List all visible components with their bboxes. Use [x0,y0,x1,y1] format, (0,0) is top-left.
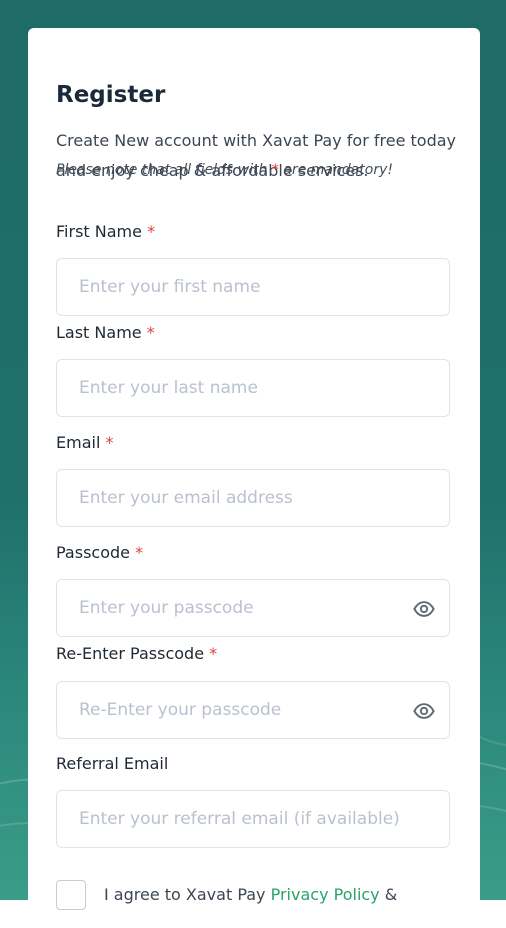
email-input[interactable] [79,470,409,526]
agree-checkbox[interactable] [56,880,86,910]
first-name-input[interactable] [79,259,409,315]
email-field[interactable] [56,469,450,527]
agreement-prefix: I agree to Xavat Pay [104,885,271,904]
agreement-suffix: & [379,885,398,904]
first-name-label: First Name * [56,222,155,241]
passcode-field[interactable] [56,579,450,637]
referral-email-label: Referral Email [56,754,168,773]
referral-email-input[interactable] [79,791,409,847]
required-star: * [146,323,155,342]
last-name-label: Last Name * [56,323,155,342]
first-name-field[interactable] [56,258,450,316]
email-label-text: Email [56,433,101,452]
required-star: * [271,162,279,178]
required-star: * [105,433,114,452]
reenter-passcode-label: Re-Enter Passcode * [56,644,217,663]
reenter-passcode-field[interactable] [56,681,450,739]
first-name-label-text: First Name [56,222,142,241]
passcode-label: Passcode * [56,543,143,562]
privacy-policy-link[interactable]: Privacy Policy [271,885,380,904]
mandatory-note: Please note that all fields with * are m… [56,162,393,178]
reenter-passcode-label-text: Re-Enter Passcode [56,644,205,663]
referral-email-field[interactable] [56,790,450,848]
page-title: Register [56,82,166,108]
required-star: * [209,644,218,663]
required-star: * [135,543,144,562]
mandatory-note-suffix: are mandatory! [278,162,394,178]
last-name-input[interactable] [79,360,409,416]
required-star: * [147,222,156,241]
register-card: Register Create New account with Xavat P… [28,28,480,928]
last-name-label-text: Last Name [56,323,142,342]
last-name-field[interactable] [56,359,450,417]
eye-icon[interactable] [413,598,435,620]
passcode-label-text: Passcode [56,543,130,562]
passcode-input[interactable] [79,580,409,636]
reenter-passcode-input[interactable] [79,682,409,738]
mandatory-note-prefix: Please note that all fields with [56,162,272,178]
email-label: Email * [56,433,113,452]
eye-icon[interactable] [413,700,435,722]
referral-email-label-text: Referral Email [56,754,169,773]
agreement-text: I agree to Xavat Pay Privacy Policy & [104,885,397,904]
